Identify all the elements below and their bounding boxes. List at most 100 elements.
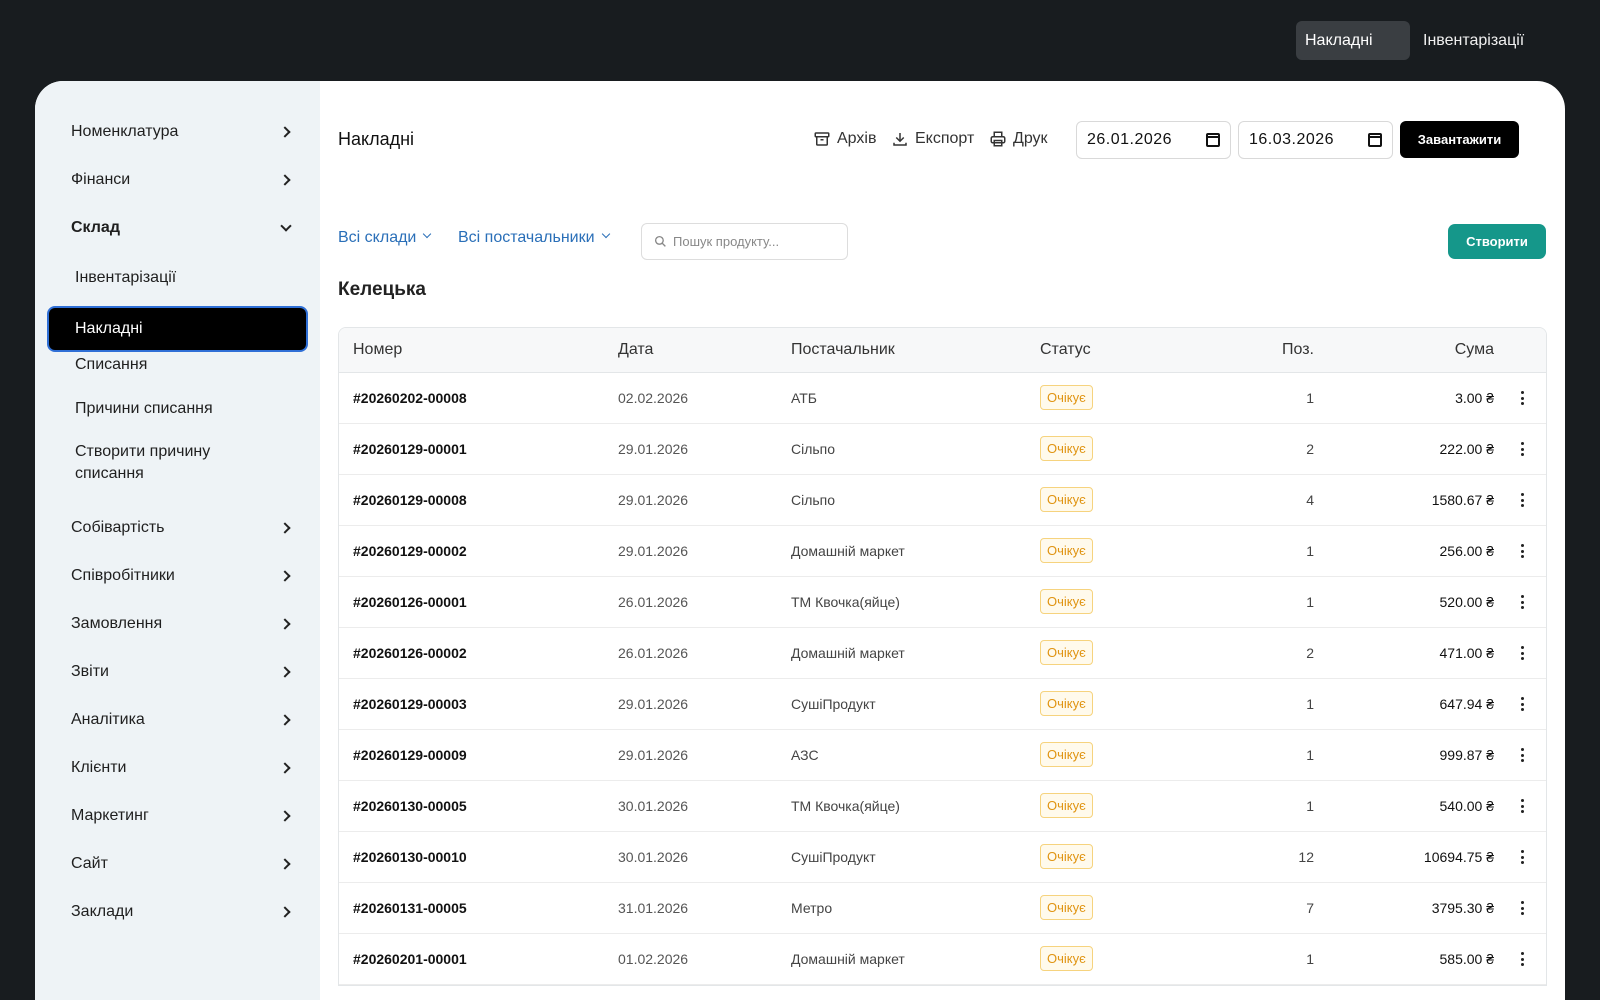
status-badge: Очікує — [1040, 895, 1093, 920]
more-vertical-icon[interactable] — [1520, 952, 1524, 966]
invoice-number[interactable]: #20260131-00005 — [353, 900, 467, 916]
export-label: Експорт — [915, 130, 975, 147]
calendar-icon[interactable] — [1206, 133, 1220, 147]
chevron-right-icon — [281, 907, 291, 917]
load-button[interactable]: Завантажити — [1400, 121, 1519, 158]
invoice-number[interactable]: #20260201-00001 — [353, 951, 467, 967]
table-row[interactable]: #20260126-00002 26.01.2026 Домашній марк… — [339, 628, 1546, 679]
more-vertical-icon[interactable] — [1520, 442, 1524, 456]
table-row[interactable]: #20260126-00001 26.01.2026 ТМ Квочка(яйц… — [339, 577, 1546, 628]
export-button[interactable]: Експорт — [891, 127, 974, 151]
invoice-sum: 540.00 ₴ — [1439, 798, 1495, 814]
more-vertical-icon[interactable] — [1520, 646, 1524, 660]
more-vertical-icon[interactable] — [1520, 493, 1524, 507]
sidebar-item-cost[interactable]: Собівартість — [71, 515, 291, 541]
sidebar-item-label: Склад — [71, 219, 120, 236]
header-date[interactable]: Дата — [618, 341, 653, 359]
invoice-date: 29.01.2026 — [618, 696, 689, 712]
more-vertical-icon[interactable] — [1520, 697, 1524, 711]
create-button[interactable]: Створити — [1448, 224, 1546, 259]
top-tab-invoices[interactable]: Накладні — [1296, 21, 1410, 60]
sidebar-subitem-invoices[interactable]: Накладні — [49, 308, 306, 350]
archive-button[interactable]: Архів — [813, 127, 876, 151]
invoice-supplier: Метро — [791, 900, 833, 916]
more-vertical-icon[interactable] — [1520, 901, 1524, 915]
header-sum[interactable]: Сума — [1455, 341, 1494, 359]
more-vertical-icon[interactable] — [1520, 799, 1524, 813]
header-status[interactable]: Статус — [1040, 341, 1091, 359]
invoice-sum: 256.00 ₴ — [1439, 543, 1495, 559]
supplier-filter-dropdown[interactable]: Всі постачальники — [458, 229, 613, 247]
invoice-number[interactable]: #20260129-00008 — [353, 492, 467, 508]
sidebar-item-venues[interactable]: Заклади — [71, 899, 291, 925]
sidebar-item-orders[interactable]: Замовлення — [71, 611, 291, 637]
sidebar-item-site[interactable]: Сайт — [71, 851, 291, 877]
table-row[interactable]: #20260129-00009 29.01.2026 АЗС Очікує 1 … — [339, 730, 1546, 781]
sidebar-item-label: Заклади — [71, 903, 134, 920]
invoice-sum: 1580.67 ₴ — [1431, 492, 1494, 508]
sidebar-subitem-inventories[interactable]: Інвентарізації — [75, 267, 275, 289]
table-row[interactable]: #20260131-00005 31.01.2026 Метро Очікує … — [339, 883, 1546, 934]
table-row[interactable]: #20260202-00008 02.02.2026 АТБ Очікує 1 … — [339, 373, 1546, 424]
invoice-number[interactable]: #20260130-00005 — [353, 798, 467, 814]
invoice-sum: 999.87 ₴ — [1439, 747, 1495, 763]
date-to-input[interactable]: 16.03.2026 — [1238, 121, 1393, 159]
table-row[interactable]: #20260201-00001 01.02.2026 Домашній марк… — [339, 934, 1546, 985]
sidebar-item-label: Звіти — [71, 663, 109, 680]
invoice-number[interactable]: #20260126-00001 — [353, 594, 467, 610]
sidebar-item-analytics[interactable]: Аналітика — [71, 707, 291, 733]
sidebar-item-finance[interactable]: Фінанси — [71, 167, 291, 193]
invoice-positions: 1 — [1306, 594, 1314, 610]
invoice-number[interactable]: #20260130-00010 — [353, 849, 467, 865]
table-row[interactable]: #20260129-00003 29.01.2026 СушіПродукт О… — [339, 679, 1546, 730]
status-badge: Очікує — [1040, 589, 1093, 614]
status-badge: Очікує — [1040, 793, 1093, 818]
chevron-right-icon — [281, 811, 291, 821]
invoice-number[interactable]: #20260129-00001 — [353, 441, 467, 457]
sidebar-subitem-writeoff-reasons[interactable]: Причини списання — [75, 398, 275, 420]
more-vertical-icon[interactable] — [1520, 850, 1524, 864]
main-panel: Номенклатура Фінанси Склад Інвентарізаці… — [35, 81, 1565, 1000]
sidebar-subitem-writeoffs[interactable]: Списання — [75, 354, 275, 376]
top-tab-inventories[interactable]: Інвентарізації — [1414, 21, 1533, 60]
invoice-number[interactable]: #20260202-00008 — [353, 390, 467, 406]
table-row[interactable]: #20260130-00010 30.01.2026 СушіПродукт О… — [339, 832, 1546, 883]
more-vertical-icon[interactable] — [1520, 544, 1524, 558]
date-from-input[interactable]: 26.01.2026 — [1076, 121, 1231, 159]
table-row[interactable]: #20260129-00002 29.01.2026 Домашній марк… — [339, 526, 1546, 577]
table-row[interactable]: #20260129-00008 29.01.2026 Сільпо Очікує… — [339, 475, 1546, 526]
sidebar-item-label: Фінанси — [71, 171, 131, 188]
status-badge: Очікує — [1040, 844, 1093, 869]
sidebar-subitem-create-writeoff-reason[interactable]: Створити причину списання — [75, 441, 245, 485]
calendar-icon[interactable] — [1368, 133, 1382, 147]
invoice-number[interactable]: #20260129-00009 — [353, 747, 467, 763]
more-vertical-icon[interactable] — [1520, 748, 1524, 762]
invoice-supplier: ТМ Квочка(яйце) — [791, 798, 900, 814]
header-number[interactable]: Номер — [353, 341, 402, 359]
invoice-number[interactable]: #20260126-00002 — [353, 645, 467, 661]
more-vertical-icon[interactable] — [1520, 595, 1524, 609]
sidebar-item-marketing[interactable]: Маркетинг — [71, 803, 291, 829]
sidebar-item-clients[interactable]: Клієнти — [71, 755, 291, 781]
print-button[interactable]: Друк — [989, 127, 1048, 151]
invoice-number[interactable]: #20260129-00003 — [353, 696, 467, 712]
sidebar-item-reports[interactable]: Звіти — [71, 659, 291, 685]
invoice-supplier: СушіПродукт — [791, 696, 876, 712]
table-row[interactable]: #20260130-00005 30.01.2026 ТМ Квочка(яйц… — [339, 781, 1546, 832]
invoice-sum: 471.00 ₴ — [1439, 645, 1495, 661]
invoice-positions: 1 — [1306, 390, 1314, 406]
sidebar-item-nomenclature[interactable]: Номенклатура — [71, 119, 291, 145]
header-supplier[interactable]: Постачальник — [791, 341, 895, 359]
more-vertical-icon[interactable] — [1520, 391, 1524, 405]
table-row[interactable]: #20260129-00001 29.01.2026 Сільпо Очікує… — [339, 424, 1546, 475]
sidebar-item-warehouse[interactable]: Склад — [71, 215, 291, 241]
header-positions[interactable]: Поз. — [1282, 341, 1314, 359]
invoice-number[interactable]: #20260129-00002 — [353, 543, 467, 559]
chevron-right-icon — [281, 127, 291, 137]
product-search-input[interactable]: Пошук продукту... — [641, 223, 848, 260]
sidebar-item-label: Співробітники — [71, 567, 175, 584]
status-badge: Очікує — [1040, 487, 1093, 512]
warehouse-filter-dropdown[interactable]: Всі склади — [338, 229, 434, 247]
status-badge: Очікує — [1040, 640, 1093, 665]
sidebar-item-employees[interactable]: Співробітники — [71, 563, 291, 589]
